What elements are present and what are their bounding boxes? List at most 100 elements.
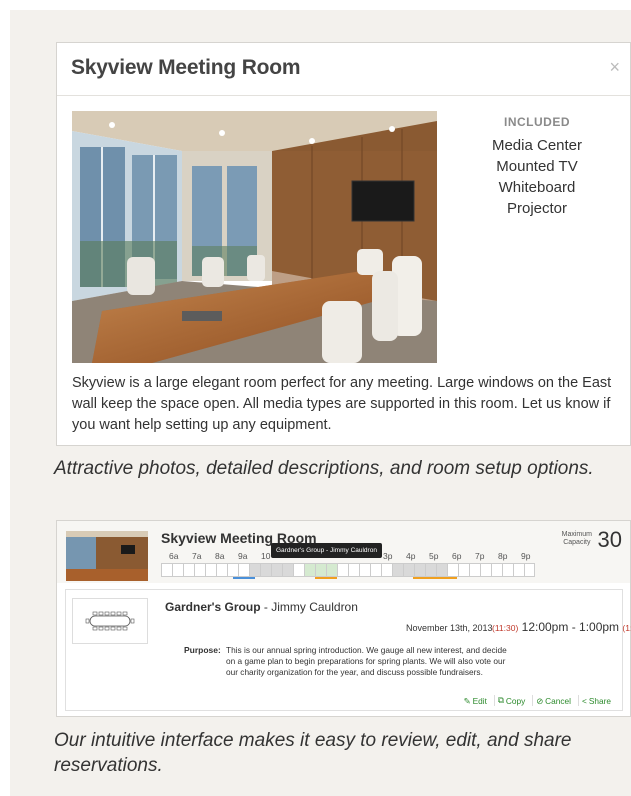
amenity-item: Whiteboard [498, 179, 576, 196]
reservation-time: (11:30) 12:00pm - 1:00pm (1:30) [492, 620, 631, 634]
reservation-actions: ✎ Edit ⧉ Copy ⊘ Cancel < Share [461, 695, 614, 706]
hour-label: 6a [169, 551, 179, 561]
time-slot[interactable] [161, 563, 172, 577]
included-amenities: INCLUDED Media Center Mounted TV Whitebo… [467, 115, 607, 219]
time-slot[interactable] [458, 563, 469, 577]
time-slot[interactable] [271, 563, 282, 577]
time-slot-grid[interactable] [161, 563, 541, 577]
edit-button[interactable]: ✎ Edit [461, 695, 490, 706]
time-slot[interactable] [524, 563, 535, 577]
time-slot[interactable] [502, 563, 513, 577]
copy-label: Copy [505, 695, 526, 706]
table-layout-icon [85, 611, 135, 631]
booking-marker [233, 577, 255, 579]
capacity-label-line: Maximum [561, 531, 592, 538]
time-slot[interactable] [447, 563, 458, 577]
room-availability-bar: Skyview Meeting Room 6a 7a 8a 9a 10 3p 4… [57, 521, 630, 583]
time-slot[interactable] [249, 563, 260, 577]
booking-marker [315, 577, 337, 579]
caption-photos: Attractive photos, detailed descriptions… [54, 458, 594, 479]
capacity-label-line: Capacity [563, 539, 591, 546]
time-slot[interactable] [491, 563, 502, 577]
time-slot[interactable] [172, 563, 183, 577]
time-slot[interactable] [227, 563, 238, 577]
conference-room-image [72, 111, 437, 363]
booking-marker [413, 577, 457, 579]
time-slot[interactable] [205, 563, 216, 577]
included-heading: INCLUDED [504, 115, 570, 129]
hour-label: 9p [521, 551, 531, 561]
time-slot[interactable] [293, 563, 304, 577]
hour-label: 3p [383, 551, 393, 561]
time-slot[interactable] [304, 563, 315, 577]
time-slot[interactable] [194, 563, 205, 577]
purpose-text: This is our annual spring introduction. … [226, 645, 507, 678]
time-slot[interactable] [381, 563, 392, 577]
copy-button[interactable]: ⧉ Copy [493, 695, 528, 706]
room-title: Skyview Meeting Room [71, 56, 301, 79]
cancel-label: Cancel [545, 695, 571, 706]
room-thumbnail-image [66, 531, 148, 581]
share-button[interactable]: < Share [578, 695, 614, 706]
time-slot[interactable] [425, 563, 436, 577]
time-slot[interactable] [282, 563, 293, 577]
time-slot[interactable] [370, 563, 381, 577]
close-icon[interactable]: × [609, 57, 620, 78]
hour-label: 9a [238, 551, 248, 561]
hour-label: 7p [475, 551, 485, 561]
time-slot[interactable] [403, 563, 414, 577]
room-layout-diagram [72, 598, 148, 644]
hour-label: 8a [215, 551, 225, 561]
time-slot[interactable] [469, 563, 480, 577]
booking-tooltip: Gardner's Group - Jimmy Cauldron [271, 543, 382, 558]
share-icon: < [582, 695, 587, 706]
time-slot[interactable] [513, 563, 524, 577]
time-slot[interactable] [348, 563, 359, 577]
hour-label: 6p [452, 551, 462, 561]
copy-icon: ⧉ [497, 695, 504, 705]
cancel-button[interactable]: ⊘ Cancel [532, 695, 574, 706]
group-separator: - [260, 600, 272, 614]
time-slot[interactable] [480, 563, 491, 577]
time-slot[interactable] [414, 563, 425, 577]
time-slot[interactable] [238, 563, 249, 577]
room-thumbnail[interactable] [66, 531, 148, 581]
edit-label: Edit [472, 695, 487, 706]
group-name: Gardner's Group [165, 600, 261, 614]
capacity-label: Maximum Capacity [562, 531, 592, 547]
hour-label: 5p [429, 551, 439, 561]
time-slot[interactable] [183, 563, 194, 577]
room-description: Skyview is a large elegant room perfect … [72, 375, 612, 433]
organizer-name: Jimmy Cauldron [271, 600, 358, 614]
hour-label: 7a [192, 551, 202, 561]
hour-label: 10 [261, 551, 271, 561]
time-slot[interactable] [337, 563, 348, 577]
room-detail-card: Skyview Meeting Room × INCLUDED Media Ce… [56, 42, 631, 446]
time-slot[interactable] [326, 563, 337, 577]
teardown-end-note: (1:30) [622, 623, 631, 633]
room-card-header: Skyview Meeting Room × [57, 43, 630, 96]
caption-interface: Our intuitive interface makes it easy to… [54, 730, 572, 776]
time-slot[interactable] [392, 563, 403, 577]
time-range: 12:00pm - 1:00pm [521, 620, 620, 634]
share-label: Share [588, 695, 611, 706]
pencil-icon: ✎ [463, 695, 471, 706]
amenity-item: Media Center [491, 137, 583, 154]
cancel-icon: ⊘ [536, 695, 544, 706]
reservation-detail: Gardner's Group - Jimmy Cauldron Novembe… [65, 589, 631, 711]
time-slot[interactable] [260, 563, 271, 577]
purpose-label: Purpose: [184, 645, 221, 655]
hour-label: 8p [498, 551, 508, 561]
reservation-panel: Skyview Meeting Room 6a 7a 8a 9a 10 3p 4… [56, 520, 631, 717]
reservation-date: November 13th, 2013 [406, 623, 493, 633]
amenity-item: Projector [506, 200, 568, 217]
reservation-group: Gardner's Group - Jimmy Cauldron [165, 600, 358, 614]
time-slot[interactable] [436, 563, 447, 577]
time-slot[interactable] [315, 563, 326, 577]
amenity-item: Mounted TV [496, 158, 578, 175]
time-slot[interactable] [359, 563, 370, 577]
capacity-value: 30 [597, 527, 622, 552]
room-photo [72, 111, 437, 363]
time-slot[interactable] [216, 563, 227, 577]
hour-label: 4p [406, 551, 416, 561]
